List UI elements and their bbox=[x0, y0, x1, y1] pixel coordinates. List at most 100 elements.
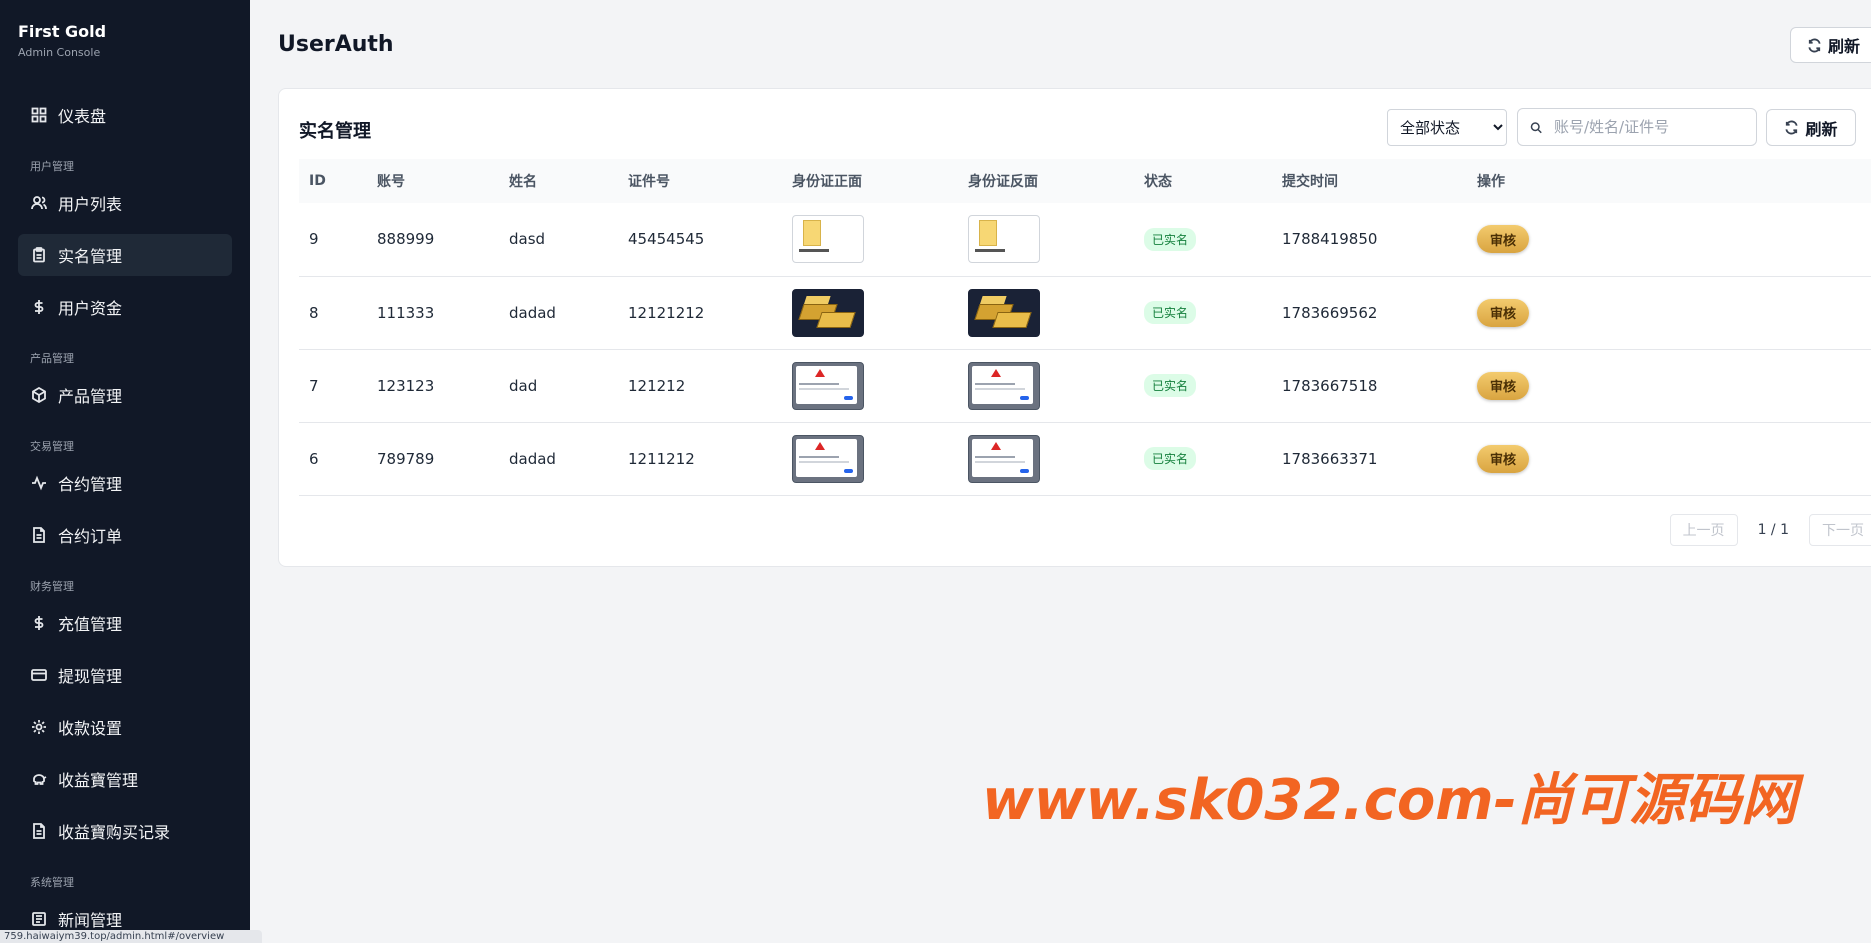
cell-id-front bbox=[782, 276, 958, 350]
cube-icon bbox=[30, 386, 48, 404]
cell-id: 9 bbox=[299, 203, 367, 277]
grid-icon bbox=[30, 106, 48, 124]
sidebar-item-dashboard[interactable]: 仪表盘 bbox=[18, 94, 232, 136]
search-box[interactable] bbox=[1517, 108, 1757, 146]
nav-group-finance: 财务管理 bbox=[30, 580, 74, 593]
cell-id-back bbox=[958, 422, 1134, 496]
status-badge: 已实名 bbox=[1144, 301, 1197, 324]
column-header-status: 状态 bbox=[1134, 159, 1272, 203]
cell-account: 888999 bbox=[367, 203, 499, 277]
cell-id: 7 bbox=[299, 349, 367, 423]
realname-table: ID 账号 姓名 证件号 身份证正面 身份证反面 状态 提交时间 操作 9 88… bbox=[299, 159, 1871, 496]
sidebar-item-realname[interactable]: 实名管理 bbox=[18, 234, 232, 276]
refresh-label: 刷新 bbox=[1828, 37, 1861, 56]
column-header-account: 账号 bbox=[367, 159, 499, 203]
cell-id: 6 bbox=[299, 422, 367, 496]
table-row: 9 888999 dasd 45454545 已实名 1788419850 审核 bbox=[299, 203, 1871, 277]
sidebar-item-label: 充值管理 bbox=[58, 615, 123, 634]
watermark: www.sk032.com-尚可源码网 bbox=[982, 768, 1797, 833]
table-row: 7 123123 dad 121212 已实名 1783667518 审核 bbox=[299, 349, 1871, 423]
review-button[interactable]: 审核 bbox=[1477, 298, 1529, 327]
refresh-icon bbox=[1808, 38, 1821, 52]
cell-id-back bbox=[958, 203, 1134, 277]
sidebar-item-user-funds[interactable]: 用户资金 bbox=[18, 286, 232, 328]
status-badge: 已实名 bbox=[1144, 447, 1197, 470]
sidebar-item-contracts[interactable]: 合约管理 bbox=[18, 462, 232, 504]
newspaper-icon bbox=[30, 910, 48, 928]
cell-submit-time: 1783669562 bbox=[1272, 276, 1467, 350]
status-badge: 已实名 bbox=[1144, 227, 1197, 251]
sidebar-item-label: 用户资金 bbox=[58, 299, 123, 318]
sidebar-item-label: 合约订单 bbox=[58, 527, 123, 546]
cell-status: 已实名 bbox=[1134, 422, 1272, 496]
sidebar-item-products[interactable]: 产品管理 bbox=[18, 374, 232, 416]
cell-submit-time: 1788419850 bbox=[1272, 203, 1467, 277]
status-url: 759.haiwaiym39.top/admin.html#/overview bbox=[0, 930, 262, 943]
cell-id-back bbox=[958, 349, 1134, 423]
sidebar-item-label: 合约管理 bbox=[58, 475, 123, 494]
sidebar-item-label: 新闻管理 bbox=[58, 911, 123, 930]
sidebar-item-label: 收益寶管理 bbox=[58, 771, 139, 790]
brand: First Gold Admin Console bbox=[0, 0, 250, 92]
nav-group-system: 系统管理 bbox=[30, 876, 74, 889]
column-header-name: 姓名 bbox=[499, 159, 618, 203]
piggy-bank-icon bbox=[30, 770, 48, 788]
column-header-submit-time: 提交时间 bbox=[1272, 159, 1467, 203]
table-row: 8 111333 dadad 12121212 已实名 1783669562 审… bbox=[299, 276, 1871, 350]
cell-name: dasd bbox=[499, 203, 618, 277]
cell-submit-time: 1783663371 bbox=[1272, 422, 1467, 496]
sidebar-item-withdraw[interactable]: 提现管理 bbox=[18, 654, 232, 696]
cell-id-number: 45454545 bbox=[618, 203, 782, 277]
review-button[interactable]: 审核 bbox=[1477, 444, 1529, 473]
sidebar-item-payment-settings[interactable]: 收款设置 bbox=[18, 706, 232, 748]
prev-page-button[interactable]: 上一页 bbox=[1669, 514, 1738, 546]
id-back-thumbnail[interactable] bbox=[968, 361, 1040, 410]
cell-account: 789789 bbox=[367, 422, 499, 496]
dollar-icon bbox=[30, 614, 48, 632]
sidebar-item-label: 实名管理 bbox=[58, 247, 123, 266]
cell-id-front bbox=[782, 349, 958, 423]
id-back-thumbnail[interactable] bbox=[968, 215, 1040, 264]
sidebar-item-recharge[interactable]: 充值管理 bbox=[18, 602, 232, 644]
column-header-id-number: 证件号 bbox=[618, 159, 782, 203]
card-refresh-button[interactable]: 刷新 bbox=[1766, 109, 1856, 146]
nav-group-product: 产品管理 bbox=[30, 352, 74, 365]
header-refresh-button[interactable]: 刷新 bbox=[1790, 27, 1871, 63]
review-button[interactable]: 审核 bbox=[1477, 225, 1529, 254]
id-front-thumbnail[interactable] bbox=[792, 361, 864, 410]
cell-id-front bbox=[782, 422, 958, 496]
nav-group-user: 用户管理 bbox=[30, 160, 74, 173]
sidebar-item-yield-mgmt[interactable]: 收益寶管理 bbox=[18, 758, 232, 800]
status-badge: 已实名 bbox=[1144, 374, 1197, 397]
pagination: 上一页 1 / 1 下一页 bbox=[1669, 514, 1871, 546]
realname-card: 实名管理 全部状态 刷新 ID 账号 姓名 证件号 身份证正面 身份证反面 状态 bbox=[278, 88, 1871, 567]
id-front-thumbnail[interactable] bbox=[792, 288, 864, 337]
clipboard-icon bbox=[30, 246, 48, 264]
cell-action: 审核 bbox=[1467, 203, 1871, 277]
file-icon bbox=[30, 822, 48, 840]
cell-id-number: 12121212 bbox=[618, 276, 782, 350]
search-input[interactable] bbox=[1554, 118, 1744, 136]
id-back-thumbnail[interactable] bbox=[968, 288, 1040, 337]
cell-status: 已实名 bbox=[1134, 203, 1272, 277]
cell-action: 审核 bbox=[1467, 349, 1871, 423]
refresh-icon bbox=[1785, 120, 1799, 135]
activity-icon bbox=[30, 474, 48, 492]
column-header-id: ID bbox=[299, 159, 367, 203]
next-page-button[interactable]: 下一页 bbox=[1809, 514, 1871, 546]
cell-id-number: 121212 bbox=[618, 349, 782, 423]
id-front-thumbnail[interactable] bbox=[792, 434, 864, 483]
sidebar-item-user-list[interactable]: 用户列表 bbox=[18, 182, 232, 224]
cell-id-front bbox=[782, 203, 958, 277]
refresh-label: 刷新 bbox=[1805, 119, 1838, 139]
review-button[interactable]: 审核 bbox=[1477, 371, 1529, 400]
sidebar-item-yield-records[interactable]: 收益寶购买记录 bbox=[18, 810, 232, 852]
id-front-thumbnail[interactable] bbox=[792, 215, 864, 264]
status-filter-select[interactable]: 全部状态 bbox=[1387, 109, 1507, 146]
sidebar-item-label: 收益寶购买记录 bbox=[58, 823, 171, 842]
cell-name: dadad bbox=[499, 276, 618, 350]
cell-account: 111333 bbox=[367, 276, 499, 350]
sidebar-item-contract-orders[interactable]: 合约订单 bbox=[18, 514, 232, 556]
cell-submit-time: 1783667518 bbox=[1272, 349, 1467, 423]
id-back-thumbnail[interactable] bbox=[968, 434, 1040, 483]
